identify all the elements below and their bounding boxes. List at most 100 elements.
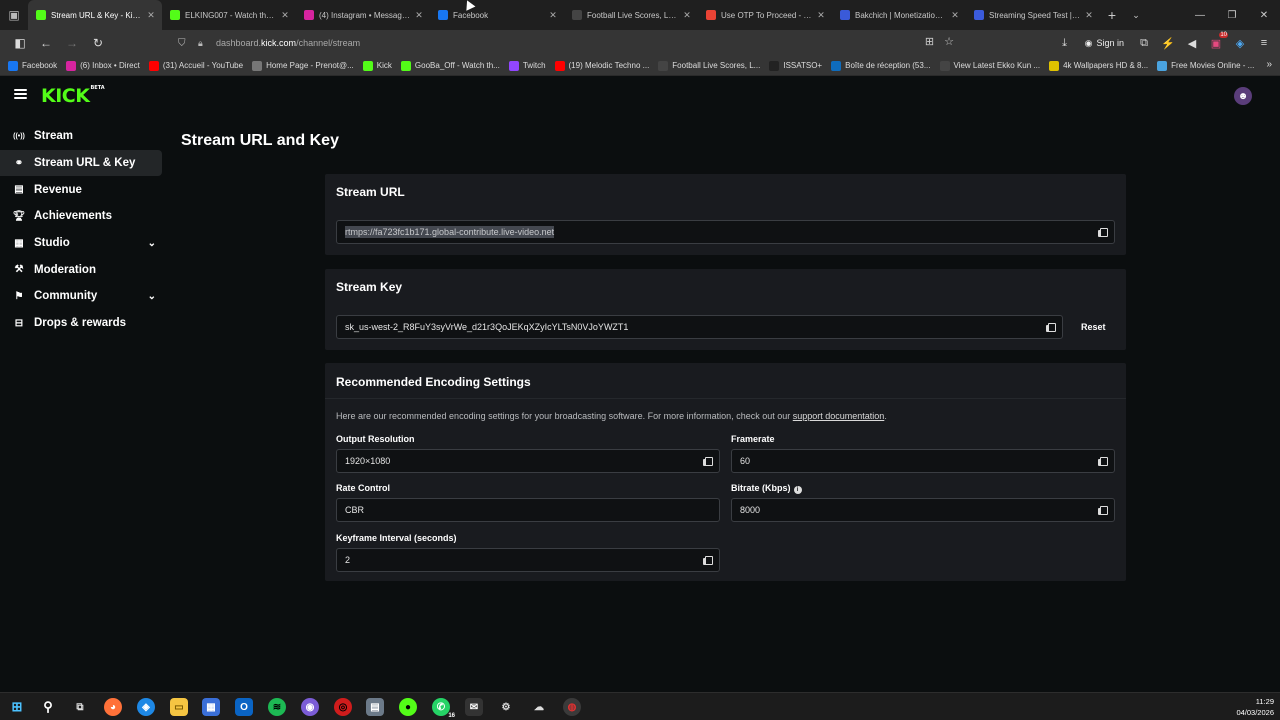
avatar[interactable]: ☻ bbox=[1234, 87, 1252, 105]
bookmark-item[interactable]: (19) Melodic Techno ... bbox=[554, 60, 649, 71]
menu-icon[interactable]: ≡ bbox=[1256, 35, 1272, 51]
framerate-field[interactable]: 60 bbox=[731, 449, 1115, 473]
extension-red-icon[interactable]: ⚡ bbox=[1160, 35, 1176, 51]
file-explorer-icon[interactable]: ▭ bbox=[170, 698, 188, 716]
browser-tab[interactable]: (4) Instagram • Messages ✕ bbox=[296, 0, 430, 30]
info-icon[interactable]: i bbox=[793, 486, 802, 494]
reload-button[interactable]: ↻ bbox=[86, 31, 110, 55]
minimize-icon[interactable]: — bbox=[1184, 0, 1216, 30]
close-tab-icon[interactable]: ✕ bbox=[146, 10, 156, 21]
bookmark-item[interactable]: ISSATSO+ bbox=[769, 60, 822, 71]
back-button[interactable]: ← bbox=[34, 31, 58, 55]
sidebar-item-community[interactable]: ⚑ Community ⌄ bbox=[0, 283, 162, 310]
bookmark-item[interactable]: Boîte de réception (53... bbox=[831, 60, 931, 71]
browser-tab[interactable]: Football Live Scores, Latest ✕ bbox=[564, 0, 698, 30]
whatsapp-icon[interactable]: ✆ 16 bbox=[432, 698, 455, 719]
app-cloud-icon[interactable]: ☁ bbox=[530, 698, 548, 716]
browser-tab[interactable]: Use OTP To Proceed - azizh ✕ bbox=[698, 0, 832, 30]
outlook-icon[interactable]: O bbox=[235, 698, 253, 716]
new-tab-button[interactable]: + bbox=[1100, 7, 1124, 23]
spotify-icon[interactable]: ≋ bbox=[268, 698, 286, 716]
stream-url-field[interactable]: rtmps://fa723fc1b171.global-contribute.l… bbox=[336, 220, 1115, 244]
close-tab-icon[interactable]: ✕ bbox=[1084, 10, 1094, 21]
copy-framerate-button[interactable] bbox=[1098, 457, 1108, 466]
restore-icon[interactable]: ❐ bbox=[1216, 0, 1248, 30]
close-tab-icon[interactable]: ✕ bbox=[280, 10, 290, 21]
browser-tab[interactable]: Facebook ✕ bbox=[430, 0, 564, 30]
extensions-icon[interactable]: ⧉ bbox=[1136, 35, 1152, 51]
tab-actions-icon[interactable]: ▣ bbox=[0, 0, 28, 30]
copy-url-button[interactable] bbox=[1098, 228, 1108, 237]
browser-tab[interactable]: Streaming Speed Test | High ✕ bbox=[966, 0, 1100, 30]
bookmark-item[interactable]: Kick bbox=[362, 60, 392, 71]
bookmark-item[interactable]: Football Live Scores, L... bbox=[658, 60, 760, 71]
app-green-icon[interactable]: ● bbox=[399, 698, 417, 716]
extension-play-icon[interactable]: ◀ bbox=[1184, 35, 1200, 51]
sidebar-item-stream[interactable]: ((•)) Stream bbox=[0, 123, 162, 150]
sidebar-item-achievements[interactable]: 🏆︎ Achievements bbox=[0, 203, 162, 230]
sidebar-item-revenue[interactable]: ▤ Revenue bbox=[0, 176, 162, 203]
firefox-icon[interactable]: ◕ bbox=[104, 698, 122, 716]
bookmark-item[interactable]: Free Movies Online - ... bbox=[1157, 60, 1254, 71]
browser-tab[interactable]: Bakchich | Monetization fo ✕ bbox=[832, 0, 966, 30]
favorite-star-icon[interactable]: ☆ bbox=[944, 35, 954, 48]
support-documentation-link[interactable]: support documentation bbox=[793, 411, 885, 421]
sidebar-item-drops-rewards[interactable]: ⊟ Drops & rewards bbox=[0, 310, 162, 337]
close-tab-icon[interactable]: ✕ bbox=[682, 10, 692, 21]
keyframe-interval-field[interactable]: 2 bbox=[336, 548, 720, 572]
tracking-shield-icon[interactable]: ⛉ bbox=[178, 38, 192, 49]
sidebar-item-stream-url-key[interactable]: ⚭ Stream URL & Key bbox=[0, 149, 162, 177]
bookmark-item[interactable]: View Latest Ekko Kun ... bbox=[939, 60, 1040, 71]
copy-keyframe-button[interactable] bbox=[703, 556, 713, 565]
app-red-icon[interactable]: ◎ bbox=[334, 698, 352, 716]
hamburger-menu-icon[interactable] bbox=[14, 89, 27, 99]
sidebar-item-moderation[interactable]: ⚒ Moderation bbox=[0, 256, 162, 283]
close-tab-icon[interactable]: ✕ bbox=[548, 10, 558, 21]
extension-blue-icon[interactable]: ◈ bbox=[1232, 35, 1248, 51]
app-dark-icon[interactable]: ✉ bbox=[465, 698, 483, 716]
forward-button[interactable]: → bbox=[60, 31, 84, 55]
copilot-icon[interactable]: ◈ bbox=[137, 698, 155, 716]
copy-resolution-button[interactable] bbox=[703, 457, 713, 466]
stream-key-field[interactable]: sk_us-west-2_R8FuY3syVrWe_d21r3QoJEKqXZy… bbox=[336, 315, 1063, 339]
bookmark-item[interactable]: 4k Wallpapers HD & 8... bbox=[1049, 60, 1148, 71]
lock-icon[interactable]: 🔒︎ bbox=[198, 38, 210, 49]
browser-tab[interactable]: ELKING007 - Watch the VO ✕ bbox=[162, 0, 296, 30]
chevron-down-icon[interactable]: ⌄ bbox=[148, 291, 156, 302]
more-bookmarks-icon[interactable]: » bbox=[1266, 59, 1272, 70]
obs-icon[interactable]: ◍ bbox=[563, 698, 581, 716]
sidebar-item-studio[interactable]: ▦ Studio ⌄ bbox=[0, 230, 162, 257]
bookmark-item[interactable]: (6) Inbox • Direct bbox=[66, 60, 140, 71]
bookmark-item[interactable]: Facebook bbox=[8, 60, 57, 71]
settings-icon[interactable]: ⚙ bbox=[497, 698, 515, 716]
search-icon[interactable]: ⚲ bbox=[39, 698, 57, 716]
download-icon[interactable]: ⤓ bbox=[1057, 35, 1073, 51]
bitrate-field[interactable]: 8000 bbox=[731, 498, 1115, 522]
task-view-icon[interactable]: ⧉ bbox=[71, 698, 89, 716]
close-tab-icon[interactable]: ✕ bbox=[816, 10, 826, 21]
notifications-icon[interactable]: ▣ 10 bbox=[1208, 32, 1228, 51]
close-window-icon[interactable]: ✕ bbox=[1248, 0, 1280, 30]
app-purple-icon[interactable]: ◉ bbox=[301, 698, 319, 716]
chevron-down-icon[interactable]: ⌄ bbox=[148, 238, 156, 249]
kick-logo[interactable]: KICKBETA bbox=[41, 85, 105, 107]
sign-in-button[interactable]: ◉ Sign in bbox=[1081, 38, 1128, 49]
bookmark-item[interactable]: Twitch bbox=[508, 60, 546, 71]
reader-view-icon[interactable]: ⊞ bbox=[925, 35, 934, 48]
copy-bitrate-button[interactable] bbox=[1098, 506, 1108, 515]
url-field[interactable]: ⛉ 🔒︎ dashboard.kick.com/channel/stream bbox=[178, 33, 968, 53]
app-gray-icon[interactable]: ▤ bbox=[366, 698, 384, 716]
bookmark-item[interactable]: (31) Accueil - YouTube bbox=[148, 60, 243, 71]
system-clock[interactable]: 11:29 04/03/2026 bbox=[1236, 696, 1274, 718]
close-tab-icon[interactable]: ✕ bbox=[950, 10, 960, 21]
bookmark-item[interactable]: Home Page - Prenot@... bbox=[252, 60, 354, 71]
bookmark-item[interactable]: GooBa_Off - Watch th... bbox=[400, 60, 500, 71]
copy-key-button[interactable] bbox=[1046, 323, 1056, 332]
rate-control-field[interactable]: CBR bbox=[336, 498, 720, 522]
close-tab-icon[interactable]: ✕ bbox=[414, 10, 424, 21]
browser-tab[interactable]: Stream URL & Key - Kick D ✕ bbox=[28, 0, 162, 30]
sidebar-toggle-icon[interactable]: ◧ bbox=[8, 31, 32, 55]
store-icon[interactable]: ▦ bbox=[202, 698, 220, 716]
reset-key-button[interactable]: Reset bbox=[1081, 322, 1106, 332]
tab-search-button[interactable]: ⌄ bbox=[1124, 10, 1148, 21]
